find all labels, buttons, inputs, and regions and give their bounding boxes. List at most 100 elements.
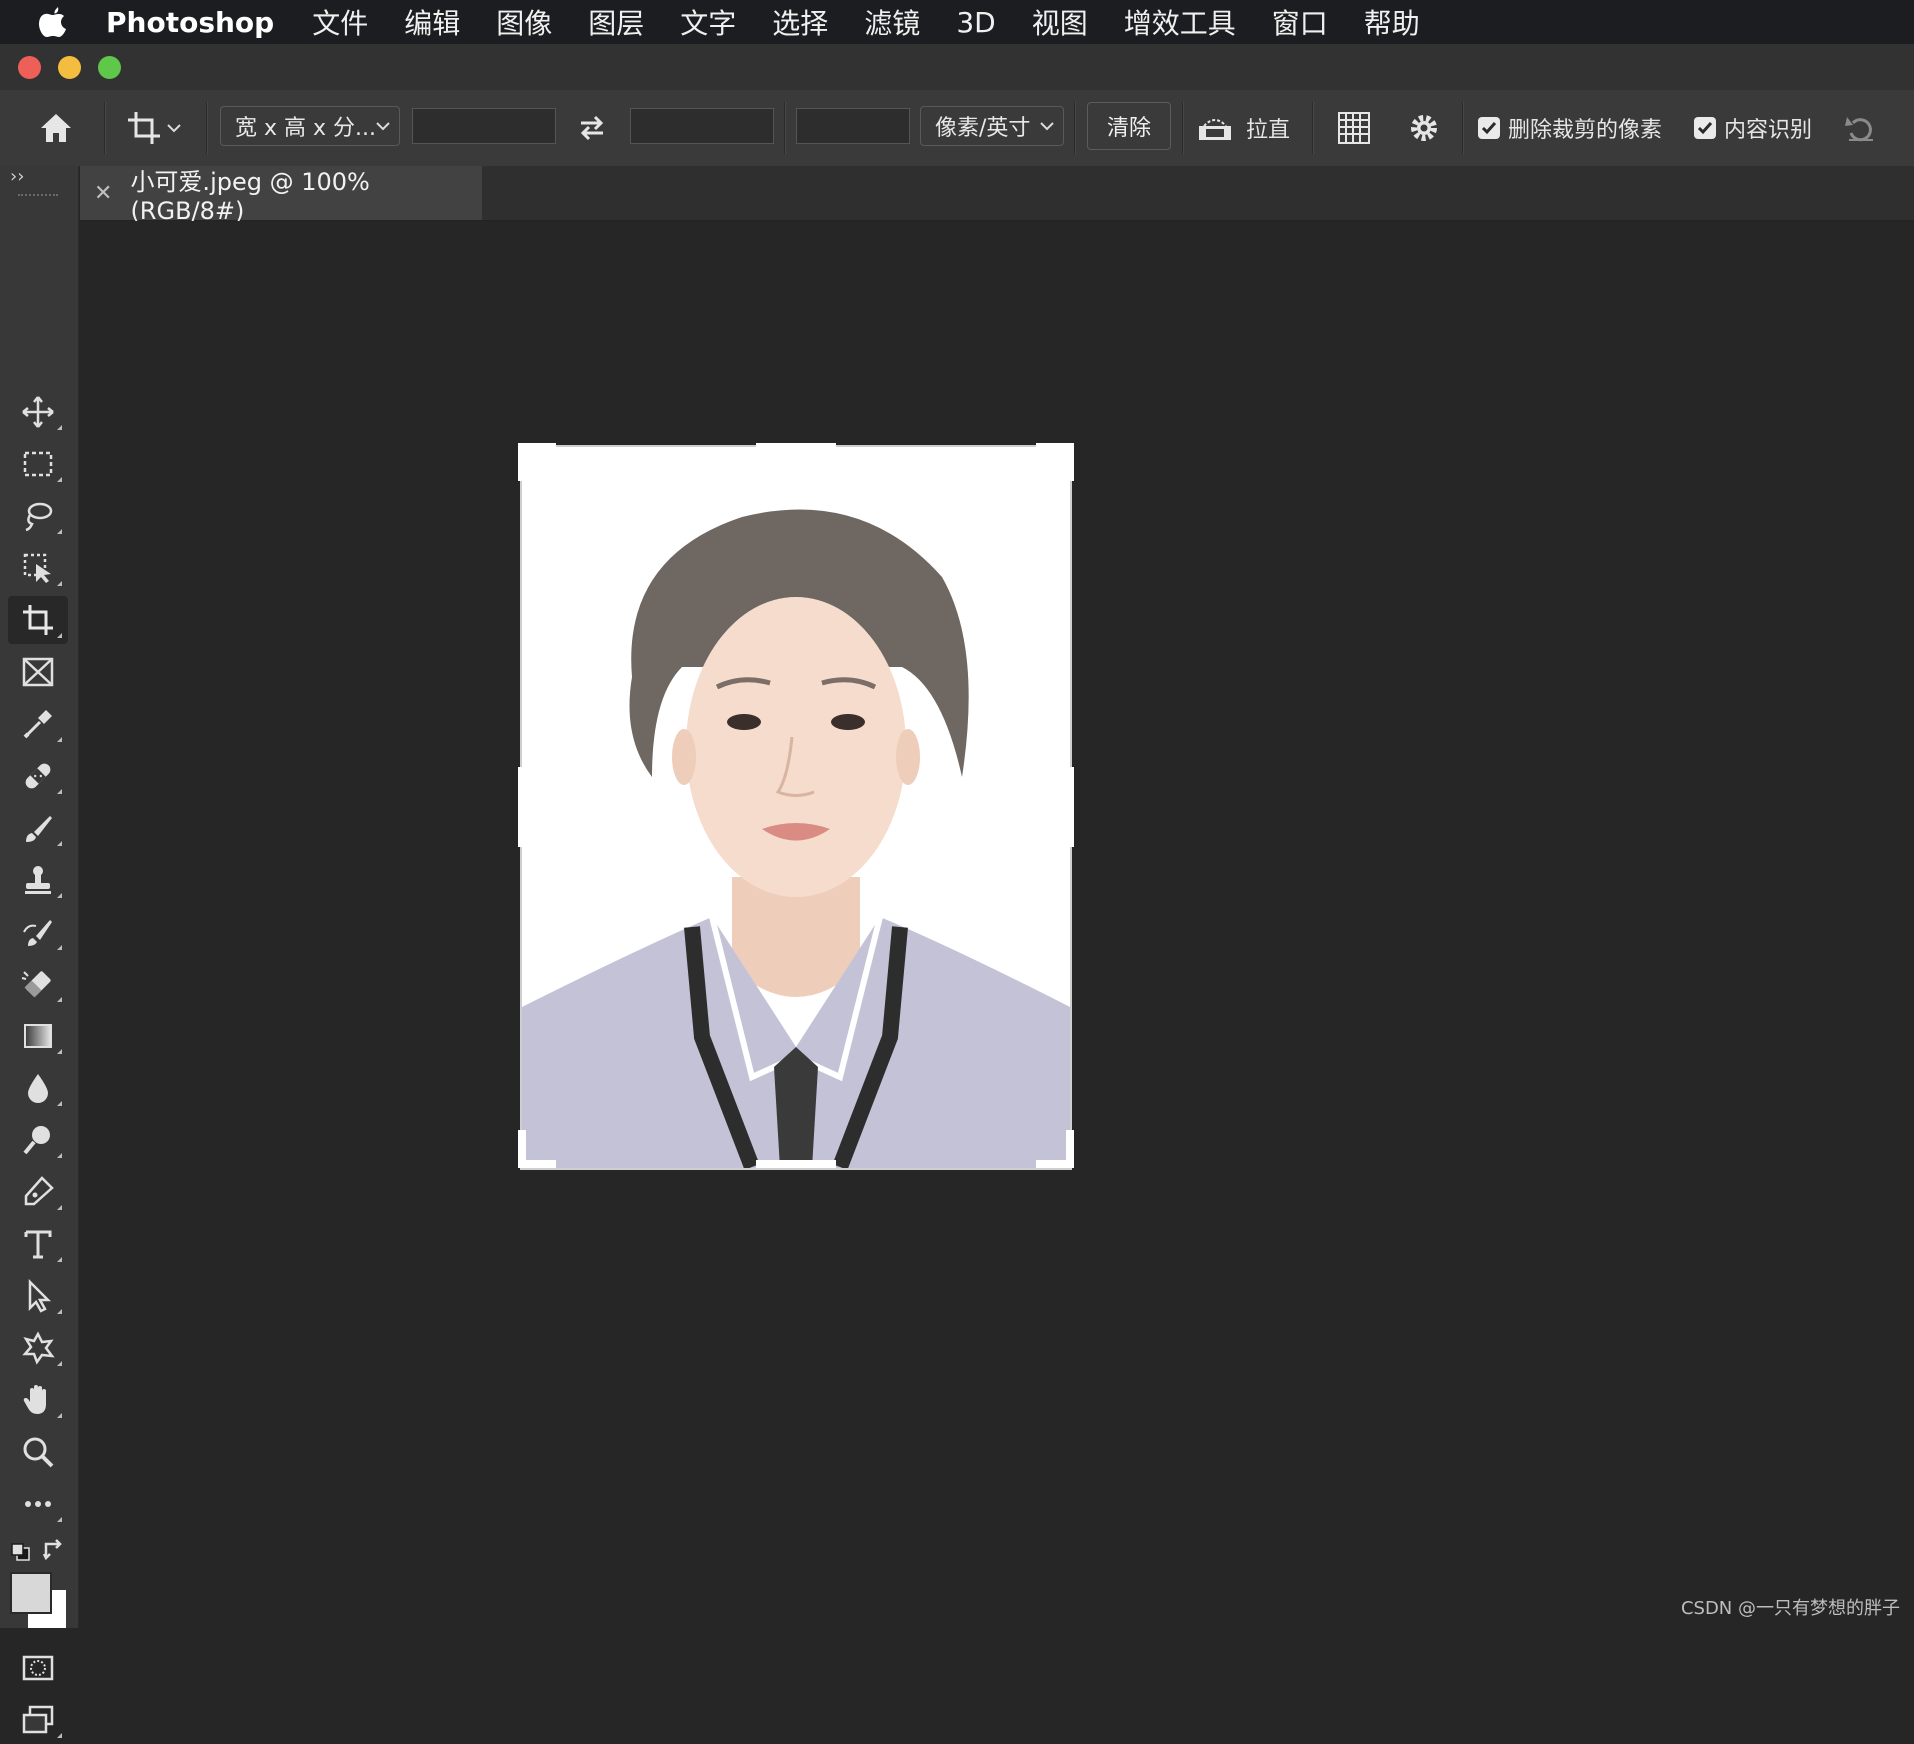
crop-handle-top[interactable] [756,443,836,451]
move-icon [22,396,54,428]
pen-icon [24,1176,54,1206]
blur-tool[interactable] [8,1064,68,1112]
frame-icon [22,657,54,687]
path-selection-tool[interactable] [8,1272,68,1320]
gradient-tool[interactable] [8,1012,68,1060]
lasso-tool[interactable] [8,492,68,540]
crop-handle-top-left-v[interactable] [518,443,526,481]
marquee-tool[interactable] [8,440,68,488]
menu-file[interactable]: 文件 [312,2,368,42]
options-bar: 宽 x 高 x 分... 像素/英寸 清除 拉直 删除裁剪的像素 内容识别 [0,90,1914,167]
crop-handle-bottom-left[interactable] [518,1160,556,1168]
menu-image[interactable]: 图像 [496,2,552,42]
crop-handle-right[interactable] [1066,767,1074,847]
foreground-color-swatch[interactable] [10,1572,52,1614]
crop-handle-bottom-right[interactable] [1036,1160,1074,1168]
app-name-menu[interactable]: Photoshop [106,6,274,39]
magnifier-icon [23,1437,54,1468]
history-brush-tool[interactable] [8,908,68,956]
clone-stamp-tool[interactable] [8,856,68,904]
crop-handle-top-right-v[interactable] [1066,443,1074,481]
default-colors-icon[interactable] [10,1542,32,1562]
delete-cropped-pixels-checkbox[interactable]: 删除裁剪的像素 [1478,108,1678,148]
clear-button-label: 清除 [1106,116,1151,141]
crop-icon [23,605,53,635]
ratio-dropdown-label: 宽 x 高 x 分... [235,116,376,141]
straighten-icon [1199,119,1231,140]
content-aware-checkbox[interactable]: 内容识别 [1694,108,1824,148]
overlay-grid-icon[interactable] [1334,108,1374,148]
document-tab[interactable]: ✕ 小可爱.jpeg @ 100%(RGB/8#) [80,166,482,225]
menu-edit[interactable]: 编辑 [404,2,460,42]
swap-colors-icon[interactable] [42,1538,66,1562]
straighten-button[interactable]: 拉直 [1196,108,1296,148]
menu-window[interactable]: 窗口 [1272,2,1328,42]
healing-brush-tool[interactable] [8,752,68,800]
eyedropper-icon [23,710,52,739]
crop-tool[interactable] [8,596,68,644]
zoom-window-button[interactable] [98,56,121,79]
quick-mask-button[interactable] [8,1644,68,1692]
zoom-tool[interactable] [8,1428,68,1476]
brush-icon [26,816,52,842]
resolution-unit-dropdown[interactable]: 像素/英寸 [920,106,1064,146]
stamp-icon [25,866,51,894]
ratio-dropdown[interactable]: 宽 x 高 x 分... [220,106,400,146]
resolution-input[interactable] [796,108,910,144]
menu-type[interactable]: 文字 [680,2,736,42]
collapse-panel-icon[interactable]: ›› [10,166,24,187]
screen-mode-icon [22,1705,54,1734]
chevron-down-icon [1040,122,1054,131]
crop-tool-preset-picker[interactable] [118,108,190,148]
canvas-area[interactable]: CSDN @一只有梦想的胖子 [80,221,1914,1628]
panel-grip[interactable] [18,194,58,200]
frame-tool[interactable] [8,648,68,696]
water-drop-icon [28,1074,48,1103]
eyedropper-tool[interactable] [8,700,68,748]
screen-mode-button[interactable] [8,1696,68,1744]
menu-view[interactable]: 视图 [1032,2,1088,42]
gradient-icon [24,1024,52,1048]
close-window-button[interactable] [18,56,41,79]
bandage-icon [25,763,51,789]
reset-icon[interactable] [1840,108,1880,148]
close-icon[interactable]: ✕ [94,181,112,206]
checkmark-icon [1694,117,1716,139]
swap-dimensions-icon[interactable] [574,110,610,146]
hand-tool[interactable] [8,1376,68,1424]
tools-panel: ›› [0,166,79,1738]
eraser-icon [21,971,51,998]
document-tab-bar: ✕ 小可爱.jpeg @ 100%(RGB/8#) [80,166,1914,225]
menu-select[interactable]: 选择 [772,2,828,42]
eraser-tool[interactable] [8,960,68,1008]
dodge-tool[interactable] [8,1116,68,1164]
width-input[interactable] [412,108,556,144]
apple-icon[interactable] [38,5,78,39]
minimize-window-button[interactable] [58,56,81,79]
menu-help[interactable]: 帮助 [1364,2,1420,42]
custom-shape-tool[interactable] [8,1324,68,1372]
type-tool[interactable] [8,1220,68,1268]
pen-tool[interactable] [8,1168,68,1216]
move-tool[interactable] [8,388,68,436]
menu-filter[interactable]: 滤镜 [864,2,920,42]
object-selection-tool[interactable] [8,544,68,592]
home-icon[interactable] [36,108,76,148]
gear-icon[interactable] [1404,108,1444,148]
content-aware-label: 内容识别 [1724,118,1813,143]
document-tab-title: 小可爱.jpeg @ 100%(RGB/8#) [130,167,370,225]
chevron-down-icon [376,122,390,131]
crop-handle-bottom[interactable] [756,1160,836,1168]
menu-plugins[interactable]: 增效工具 [1124,2,1236,42]
menu-layer[interactable]: 图层 [588,2,644,42]
height-input[interactable] [630,108,774,144]
dodge-icon [23,1126,50,1155]
object-selection-icon [23,553,51,583]
edit-toolbar-button[interactable] [8,1480,68,1528]
crop-handle-left[interactable] [518,767,526,847]
crop-frame[interactable] [518,443,1074,1170]
clear-button[interactable]: 清除 [1087,102,1171,150]
arrow-pointer-icon [28,1278,52,1313]
menu-3d[interactable]: 3D [956,6,995,39]
brush-tool[interactable] [8,804,68,852]
